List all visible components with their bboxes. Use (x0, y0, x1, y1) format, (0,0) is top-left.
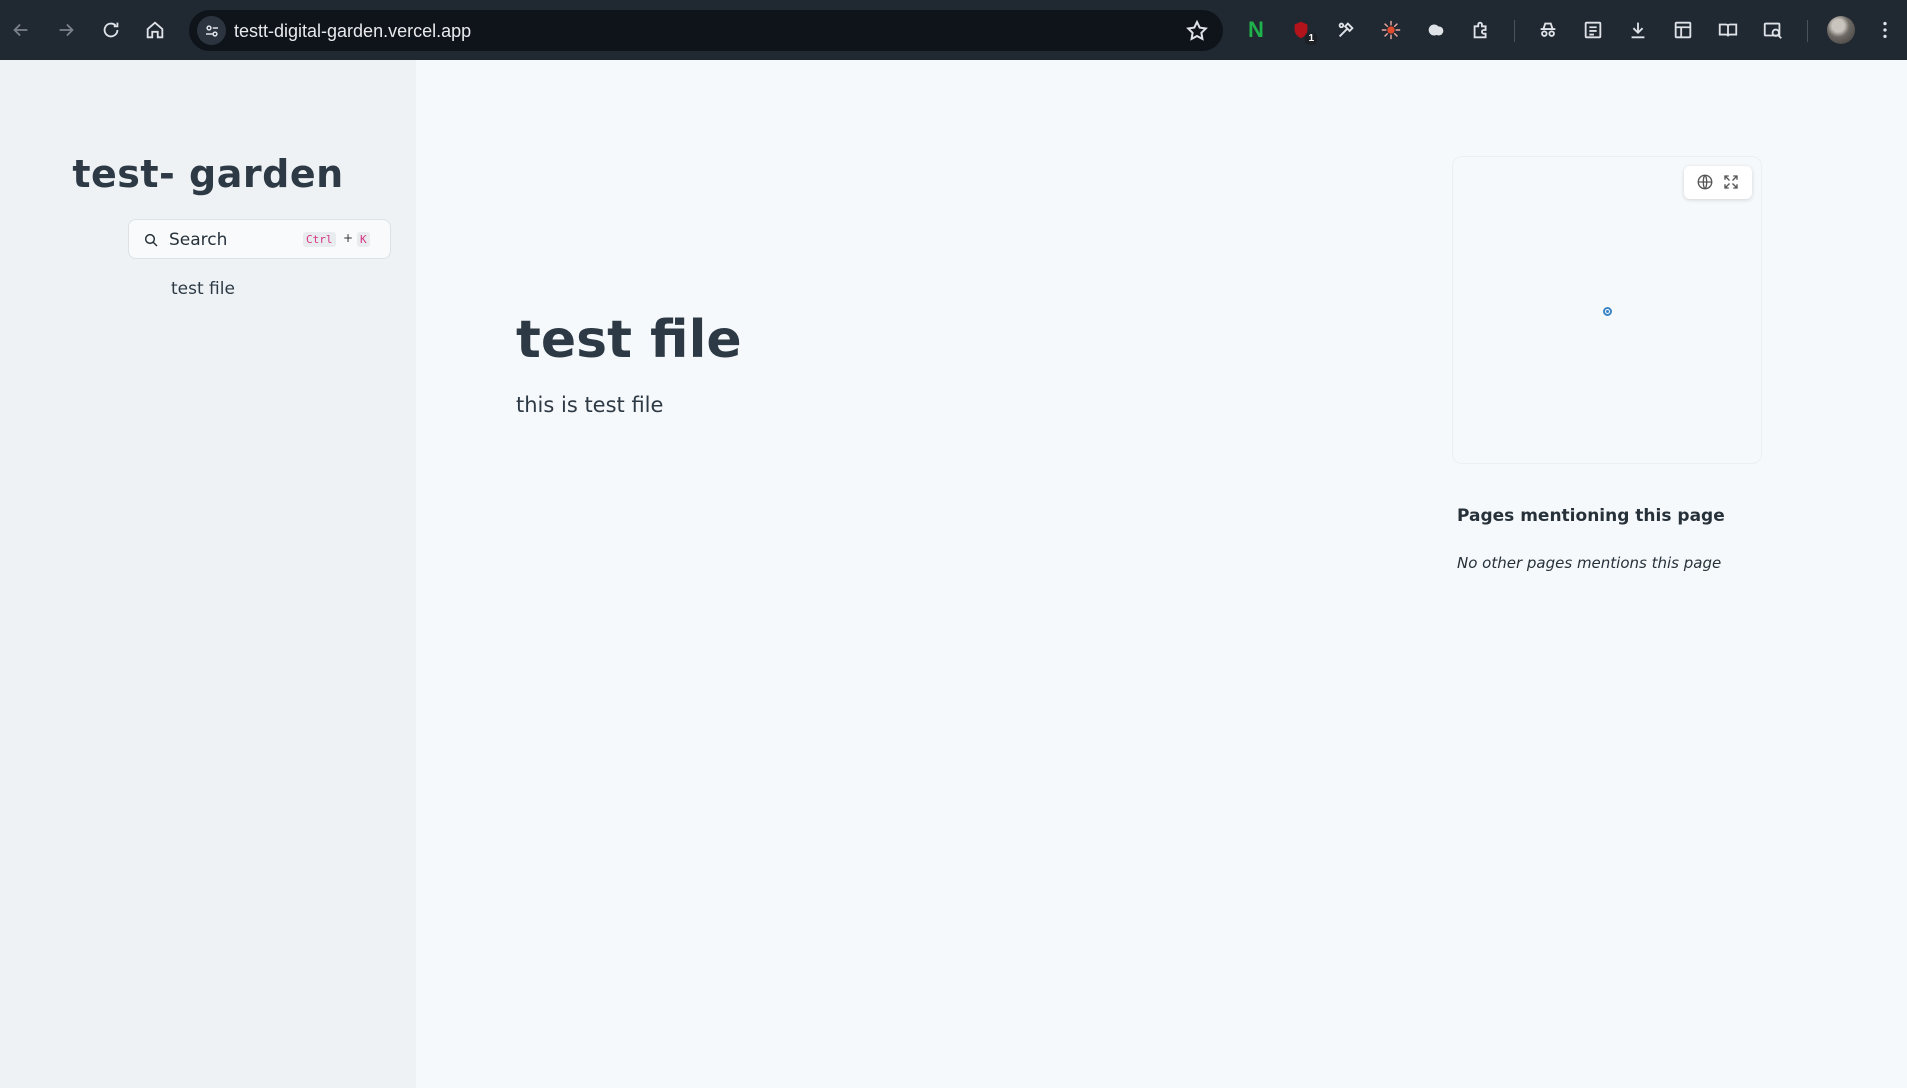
global-graph-icon[interactable] (1696, 173, 1714, 191)
profile-avatar[interactable] (1827, 16, 1855, 44)
shortcut-key-ctrl: Ctrl (303, 232, 336, 247)
shortcut-key-k: K (357, 232, 370, 247)
address-bar[interactable]: testt-digital-garden.vercel.app (189, 10, 1223, 51)
search-label: Search (169, 230, 228, 250)
reading-list-icon[interactable] (1578, 15, 1608, 45)
toolbar-divider (1514, 20, 1515, 42)
lens-search-icon[interactable] (1758, 15, 1788, 45)
bookmark-star-icon[interactable] (1185, 19, 1209, 43)
back-icon[interactable] (6, 15, 36, 45)
extension-badge: 1 (1305, 33, 1317, 45)
extension-shield-icon[interactable]: 1 (1286, 15, 1317, 45)
toolbar-divider (1807, 20, 1808, 42)
browser-toolbar: testt-digital-garden.vercel.app N 1 (0, 0, 1907, 60)
extensions-puzzle-icon[interactable] (1466, 15, 1496, 45)
more-menu-icon[interactable] (1870, 15, 1900, 45)
search-icon (144, 233, 158, 247)
backlinks-empty-message: No other pages mentions this page (1457, 554, 1722, 572)
page-title: test file (516, 310, 742, 370)
sidebar-item-test-file[interactable]: test file (171, 279, 235, 299)
site-title[interactable]: test- garden (0, 152, 416, 196)
tab-layout-icon[interactable] (1668, 15, 1698, 45)
extension-sun-icon[interactable] (1376, 15, 1406, 45)
site-info-icon[interactable] (197, 16, 226, 45)
page-body: this is test file (516, 393, 664, 417)
graph-node[interactable] (1603, 307, 1612, 316)
download-icon[interactable] (1623, 15, 1653, 45)
reload-icon[interactable] (96, 15, 126, 45)
extension-cloud-icon[interactable] (1421, 15, 1451, 45)
extension-n-icon[interactable]: N (1241, 15, 1271, 45)
graph-toolbar (1684, 166, 1752, 199)
sidebar: test- garden Search Ctrl + K test file (0, 60, 416, 1088)
extension-tools-icon[interactable] (1331, 15, 1361, 45)
home-icon[interactable] (140, 15, 170, 45)
shortcut-plus: + (343, 231, 354, 245)
search-button[interactable]: Search Ctrl + K (128, 219, 391, 259)
forward-icon[interactable] (51, 15, 81, 45)
backlinks-title: Pages mentioning this page (1457, 506, 1725, 526)
extension-n-letter: N (1248, 17, 1264, 42)
reading-mode-icon[interactable] (1713, 15, 1743, 45)
incognito-icon[interactable] (1533, 15, 1563, 45)
url-text[interactable]: testt-digital-garden.vercel.app (234, 21, 471, 42)
expand-icon[interactable] (1722, 173, 1740, 191)
